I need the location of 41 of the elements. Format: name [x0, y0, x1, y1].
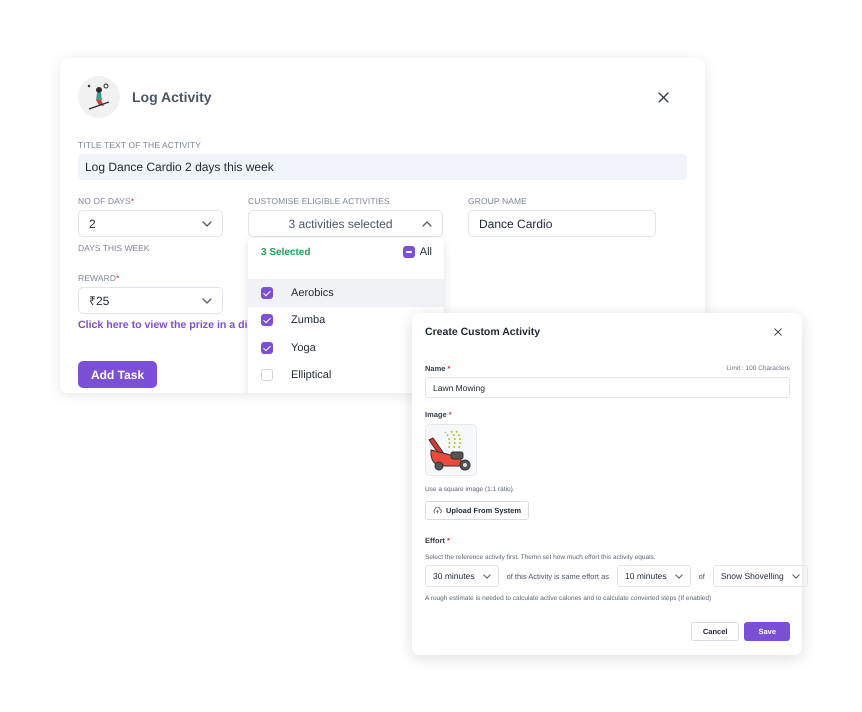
field-label: CUSTOMISE ELIGIBLE ACTIVITIES	[248, 196, 391, 206]
field-label: NO OF DAYS*	[78, 196, 136, 206]
cloud-upload-icon	[433, 507, 442, 514]
title-input[interactable]: Log Dance Cardio 2 days this week	[78, 154, 687, 180]
checkbox[interactable]	[261, 342, 273, 354]
option-label[interactable]: Yoga	[291, 342, 316, 354]
option-label[interactable]: All	[420, 246, 432, 258]
chevron-down-icon	[202, 220, 212, 226]
duration-select[interactable]: 10 minutes	[617, 565, 691, 587]
option-label[interactable]: Aerobics	[291, 286, 334, 299]
reward-select[interactable]: ₹25	[78, 287, 223, 314]
chevron-up-icon	[422, 220, 432, 226]
checkbox[interactable]	[402, 246, 415, 258]
duration-select[interactable]: 30 minutes	[425, 565, 499, 587]
dialog-title: Log Activity	[132, 89, 212, 105]
chevron-down-icon	[482, 574, 491, 578]
field-label: GROUP NAME	[468, 196, 528, 206]
days-select[interactable]: 2	[78, 210, 223, 237]
option-label[interactable]: Zumba	[291, 314, 326, 326]
chevron-down-icon	[674, 574, 683, 578]
close-icon[interactable]	[658, 92, 669, 102]
dialog-title: Create Custom Activity	[425, 326, 540, 338]
activity-select[interactable]: Snow Shovelling	[712, 565, 808, 587]
name-input[interactable]: Lawn Mowing	[425, 377, 790, 398]
field-label: TITLE TEXT OF THE ACTIVITY	[78, 140, 202, 150]
group-name-input[interactable]: Dance Cardio	[468, 210, 656, 237]
selected-count: 3 Selected	[261, 246, 310, 258]
activities-select[interactable]: 3 activities selected	[248, 210, 443, 237]
checkbox[interactable]	[261, 314, 273, 326]
field-hint: DAYS THIS WEEK	[78, 243, 150, 253]
chevron-down-icon	[792, 574, 800, 578]
chevron-down-icon	[202, 298, 212, 304]
option-row[interactable]: Aerobics	[248, 279, 444, 306]
field-label: REWARD*	[78, 273, 120, 283]
close-icon[interactable]	[774, 328, 782, 336]
option-label[interactable]: Elliptical	[291, 369, 332, 382]
checkbox[interactable]	[261, 286, 273, 299]
add-task-button[interactable]: Add Task	[78, 361, 158, 388]
avatar	[78, 76, 120, 118]
checkbox[interactable]	[261, 369, 273, 382]
prize-link[interactable]: Click here to view the prize in a di	[78, 319, 248, 331]
